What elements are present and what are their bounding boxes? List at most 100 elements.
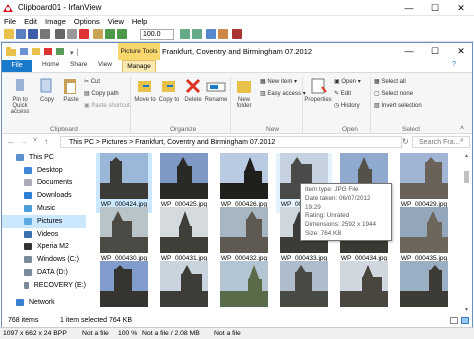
tab-home[interactable]: Home (42, 61, 59, 68)
file-item[interactable]: WP_000429.jpg (396, 153, 452, 213)
zoom-out-icon[interactable] (117, 29, 127, 39)
nav-item-xperia[interactable]: Xperia M2 (2, 241, 86, 254)
file-item[interactable]: WP_000426.jpg (216, 153, 272, 213)
new-item-button[interactable]: ▦ New item ▾ (260, 78, 297, 85)
refresh-icon[interactable]: ↻ (402, 137, 409, 146)
copy-to-icon (162, 81, 175, 92)
slideshow-icon[interactable] (16, 29, 26, 39)
new-folder-button[interactable]: New folder (232, 77, 256, 109)
zoom-field[interactable]: 100.0 (140, 29, 174, 40)
save-icon[interactable] (28, 29, 38, 39)
select-none-button[interactable]: ▢ Select none (374, 90, 413, 97)
paste-button[interactable]: Paste (60, 77, 82, 103)
open-icon[interactable] (4, 29, 14, 39)
explorer-close-button[interactable]: ✕ (448, 43, 474, 59)
edit-button[interactable]: ✎ Edit (334, 90, 351, 97)
nav-item-recovery-e[interactable]: RECOVERY (E:) (2, 279, 86, 292)
breadcrumb-this-pc[interactable]: This PC (69, 139, 94, 146)
thumbnail-image (160, 261, 208, 307)
collapse-ribbon-icon[interactable]: ˄ (460, 125, 464, 132)
cut-icon[interactable] (55, 29, 65, 39)
breadcrumb-folder[interactable]: Frankfurt, Coventry and Birmingham 07.20… (135, 139, 275, 146)
large-icons-view-icon[interactable] (461, 317, 469, 324)
maximize-button[interactable]: ☐ (422, 0, 448, 16)
nav-item-network[interactable]: Network (2, 296, 86, 309)
easy-access-button[interactable]: ▥ Easy access ▾ (260, 90, 306, 97)
nav-item-downloads[interactable]: Downloads (2, 189, 86, 202)
explorer-minimize-button[interactable]: — (396, 43, 422, 59)
address-bar[interactable]: This PC > Pictures > Frankfurt, Coventry… (60, 136, 402, 148)
file-item[interactable]: WP_000424.jpg (96, 153, 152, 213)
copy-to-button[interactable]: Copy to (158, 77, 180, 103)
file-item[interactable] (336, 261, 392, 315)
file-item[interactable]: WP_000425.jpg (156, 153, 212, 213)
exit-icon[interactable] (232, 29, 242, 39)
scroll-down-icon[interactable]: ▼ (464, 307, 469, 313)
nav-item-pictures[interactable]: Pictures (2, 214, 86, 228)
cut-button[interactable]: ✂ Cut (84, 78, 100, 85)
breadcrumb-pictures[interactable]: Pictures (102, 139, 127, 146)
help-icon[interactable]: ? (452, 61, 456, 68)
copy-icon[interactable] (67, 29, 77, 39)
nav-item-data-d[interactable]: DATA (D:) (2, 266, 86, 279)
forward-icon[interactable]: → (20, 137, 28, 146)
copy-button[interactable]: Copy (36, 77, 58, 103)
nav-item-desktop[interactable]: Desktop (2, 164, 86, 177)
tab-share[interactable]: Share (70, 61, 87, 68)
file-item[interactable] (396, 261, 452, 315)
irfanview-title-bar: Clipboard01 - IrfanView — ☐ ✕ (0, 0, 474, 16)
nav-item-this-pc[interactable]: This PC (2, 151, 86, 164)
menu-image[interactable]: Image (41, 16, 70, 26)
file-item[interactable]: WP_000435.jpg (396, 207, 452, 267)
pin-to-quick-access-button[interactable]: Pin to Quick access (6, 77, 34, 115)
file-item[interactable] (96, 261, 152, 315)
nav-item-music[interactable]: Music (2, 202, 86, 215)
tab-manage[interactable]: Manage (122, 60, 156, 72)
rename-button[interactable]: Rename (204, 77, 228, 103)
scrollbar-thumb[interactable] (464, 171, 469, 183)
nav-item-windows-c[interactable]: Windows (C:) (2, 253, 86, 266)
explorer-maximize-button[interactable]: ☐ (422, 43, 448, 59)
quick-access-toolbar[interactable]: ▾ │ (20, 47, 114, 58)
recent-locations-icon[interactable]: ˅ (33, 137, 37, 144)
delete-icon[interactable] (79, 29, 89, 39)
back-icon[interactable]: ← (7, 137, 15, 146)
menu-edit[interactable]: Edit (20, 16, 41, 26)
menu-file[interactable]: File (0, 16, 20, 26)
file-item[interactable] (276, 261, 332, 315)
open-button[interactable]: ▣ Open ▾ (334, 78, 361, 85)
file-item[interactable]: WP_000430.jpg (96, 207, 152, 267)
scroll-up-icon[interactable]: ▲ (464, 153, 469, 159)
details-view-icon[interactable] (450, 317, 458, 324)
menu-help[interactable]: Help (128, 16, 151, 26)
info-icon[interactable] (206, 29, 216, 39)
file-item[interactable] (156, 261, 212, 315)
file-item[interactable]: WP_000432.jpg (216, 207, 272, 267)
up-icon[interactable]: ↑ (44, 137, 48, 146)
file-item[interactable]: WP_000431.jpg (156, 207, 212, 267)
properties-button[interactable]: Properties (304, 77, 332, 103)
tab-view[interactable]: View (98, 61, 112, 68)
file-item[interactable] (216, 261, 272, 315)
nav-item-videos[interactable]: Videos (2, 228, 86, 241)
zoom-in-icon[interactable] (105, 29, 115, 39)
invert-selection-button[interactable]: ▧ Invert selection (374, 102, 422, 109)
select-all-button[interactable]: ▦ Select all (374, 78, 406, 85)
minimize-button[interactable]: — (396, 0, 422, 16)
move-to-button[interactable]: Move to (134, 77, 156, 103)
history-button[interactable]: ◷ History (334, 102, 360, 109)
tab-file[interactable]: File (2, 60, 32, 72)
print-icon[interactable] (40, 29, 50, 39)
delete-button[interactable]: Delete (182, 77, 204, 103)
paste-shortcut-button[interactable]: ▣ Paste shortcut (84, 102, 130, 109)
menu-view[interactable]: View (104, 16, 128, 26)
paste-icon[interactable] (93, 29, 103, 39)
menu-options[interactable]: Options (70, 16, 104, 26)
close-button[interactable]: ✕ (448, 0, 474, 16)
rotate-right-icon[interactable] (192, 29, 202, 39)
rotate-left-icon[interactable] (180, 29, 190, 39)
copy-path-button[interactable]: ▤ Copy path (84, 90, 119, 97)
vertical-scrollbar[interactable]: ▲ ▼ (462, 151, 471, 317)
edit-icon[interactable] (218, 29, 228, 39)
nav-item-documents[interactable]: Documents (2, 177, 86, 190)
